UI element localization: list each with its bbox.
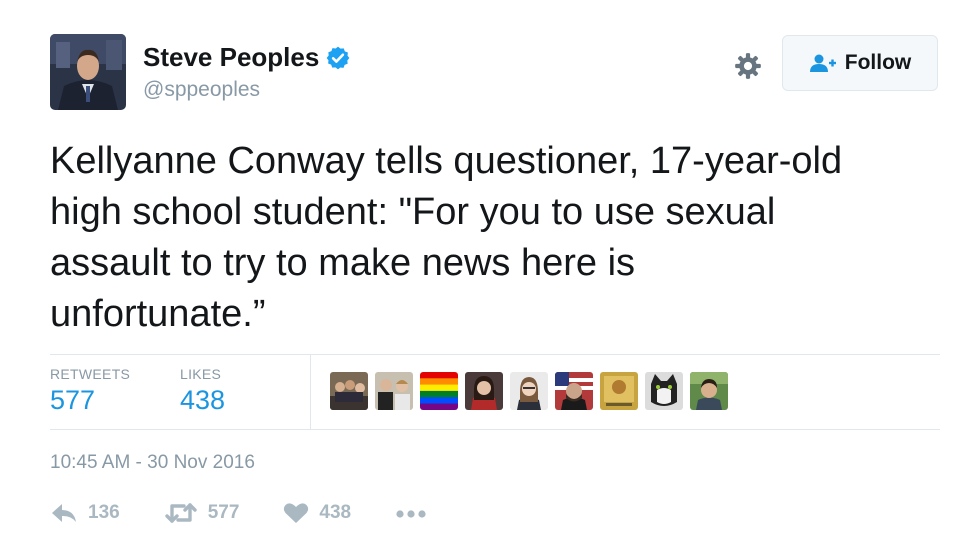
tweet-line: assault to try to make news here is	[50, 242, 636, 284]
more-icon	[396, 510, 426, 518]
avatar-yellow-art[interactable]	[600, 372, 638, 410]
retweet-icon	[165, 503, 197, 523]
like-button[interactable]: 438	[283, 502, 351, 524]
verified-badge-icon	[326, 46, 350, 69]
author-handle[interactable]: @sppeoples	[143, 78, 260, 102]
avatar-group[interactable]	[330, 372, 368, 410]
reply-count: 136	[88, 502, 120, 523]
retweet-count: 577	[207, 502, 240, 523]
avatar-couple[interactable]	[375, 372, 413, 410]
avatar-woman-glasses[interactable]	[510, 372, 548, 410]
tweet-line: Kellyanne Conway tells questioner, 17-ye…	[50, 140, 843, 182]
author-avatar[interactable]	[50, 34, 126, 110]
add-user-icon	[809, 54, 836, 72]
follow-button[interactable]: Follow	[782, 35, 938, 91]
heart-icon	[284, 503, 309, 523]
tweet-text: Kellyanne Conway tells questioner, 17-ye…	[50, 136, 950, 340]
retweet-button[interactable]: 577	[164, 502, 240, 524]
tweet-line: unfortunate.”	[50, 293, 266, 335]
author-name[interactable]: Steve Peoples	[143, 42, 319, 73]
author-name-row[interactable]: Steve Peoples	[143, 42, 351, 73]
follow-label: Follow	[844, 51, 912, 74]
stats-top-divider	[50, 354, 940, 355]
stats-bottom-divider	[50, 429, 940, 430]
more-button[interactable]	[395, 502, 427, 524]
likes-label: LIKES	[180, 366, 222, 382]
like-count: 438	[319, 502, 352, 523]
reply-button[interactable]: 136	[50, 502, 120, 524]
avatar-man-outdoor[interactable]	[690, 372, 728, 410]
avatar-man-flag[interactable]	[555, 372, 593, 410]
liker-avatars	[330, 372, 735, 410]
tweet-timestamp[interactable]: 10:45 AM - 30 Nov 2016	[50, 452, 255, 474]
likes-stat[interactable]: LIKES 438	[180, 366, 225, 416]
retweets-count: 577	[50, 385, 96, 415]
tweet-line: high school student: "For you to use sex…	[50, 191, 776, 233]
gear-icon[interactable]	[734, 52, 762, 80]
tweet-actions: 136 577 438	[50, 502, 471, 524]
avatar-rainbow[interactable]	[420, 372, 458, 410]
likes-count: 438	[180, 385, 226, 415]
retweets-label: RETWEETS	[50, 366, 131, 382]
avatar-cat[interactable]	[645, 372, 683, 410]
reply-icon	[52, 504, 76, 522]
stats-vertical-divider	[310, 354, 311, 429]
avatar-woman-red[interactable]	[465, 372, 503, 410]
retweets-stat[interactable]: RETWEETS 577	[50, 366, 130, 416]
